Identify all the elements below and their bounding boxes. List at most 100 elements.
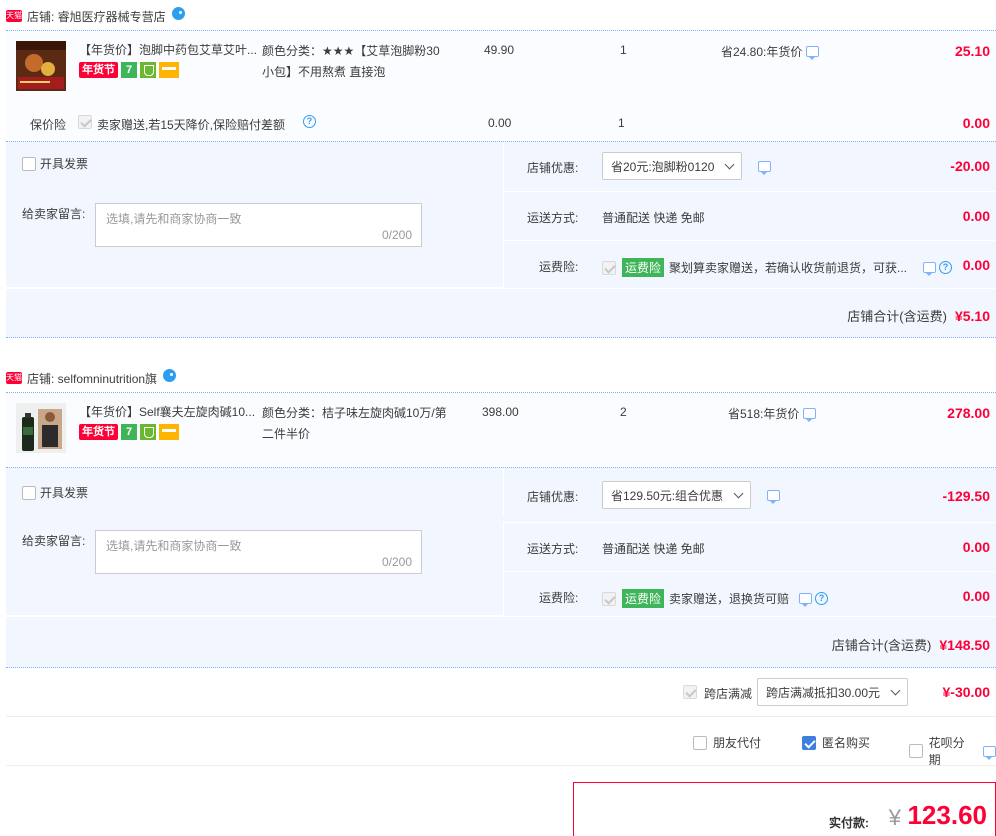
shop-header: 天猫 店铺: 睿旭医疗器械专营店	[6, 6, 185, 26]
friend-pay-option[interactable]: 朋友代付	[693, 734, 761, 751]
invoice-label: 开具发票	[40, 157, 89, 171]
shop-discount-row: 店铺优惠: 省129.50元:组合优惠 -129.50	[503, 468, 996, 516]
promo-text: 省518:年货价	[728, 407, 800, 421]
seven-day-return-icon: 7	[121, 424, 137, 440]
product-thumbnail[interactable]	[16, 403, 66, 453]
memo-textarea[interactable]: 选填,请先和商家协商一致 0/200	[95, 203, 422, 247]
freight-insurance-amount: 0.00	[962, 588, 990, 604]
promo-detail-icon[interactable]	[803, 408, 817, 422]
anonymous-checkbox[interactable]	[802, 735, 816, 750]
freight-insurance-checkbox[interactable]	[602, 591, 616, 606]
freight-insurance-row: 运费险: 运费险 卖家赠送，退换货可赔 ? 0.00	[503, 571, 996, 616]
huabei-detail-icon[interactable]	[983, 745, 996, 760]
discount-detail-icon[interactable]	[758, 160, 772, 175]
invoice-checkbox[interactable]	[22, 485, 36, 500]
freight-insurance-value: 运费险 聚划算卖家赠送，若确认收货前退货，可获... ?	[602, 258, 953, 277]
quantity: 2	[620, 405, 627, 419]
memo-char-count: 0/200	[381, 228, 412, 242]
shop-total-amount: ¥5.10	[954, 307, 990, 324]
discount-detail-icon[interactable]	[767, 489, 781, 504]
wangwang-chat-icon[interactable]	[163, 368, 177, 382]
product-title-link[interactable]: 【年货价】泡脚中药包艾草艾叶...	[79, 41, 257, 59]
chevron-down-icon	[890, 685, 901, 695]
shipping-amount: 0.00	[962, 208, 990, 224]
shop-header: 天猫 店铺: selfomninutrition旗	[6, 368, 177, 388]
shop-total: 店铺合计(含运费) ¥5.10	[847, 306, 990, 325]
promo-info: 省24.80:年货价	[721, 43, 820, 60]
shop-discount-select[interactable]: 省129.50元:组合优惠	[602, 481, 752, 509]
insurance-qty: 1	[618, 116, 625, 130]
memo-char-count: 0/200	[381, 555, 412, 569]
credit-card-icon	[159, 424, 179, 440]
shop-total: 店铺合计(含运费) ¥148.50	[832, 635, 990, 654]
chevron-down-icon	[724, 159, 735, 169]
cross-store-checkbox[interactable]	[683, 685, 697, 699]
shop-discount-label: 店铺优惠:	[527, 161, 579, 175]
invoice-option[interactable]: 开具发票	[22, 484, 88, 501]
shipping-amount: 0.00	[962, 539, 990, 555]
price-protection-row: 保价险 卖家赠送,若15天降价,保险赔付差额 ? 0.00 1 0.00	[6, 106, 996, 138]
freight-insurance-desc: 聚划算卖家赠送，若确认收货前退货，可获...	[669, 261, 908, 275]
anonymous-option[interactable]: 匿名购买	[802, 734, 870, 751]
freight-insurance-detail-icon[interactable]	[923, 262, 937, 276]
cross-store-select[interactable]: 跨店满减抵扣30.00元	[757, 678, 909, 706]
tmall-logo: 天猫	[6, 10, 22, 22]
product-sku: 颜色分类：桔子味左旋肉碱10万/第二件半价	[262, 406, 447, 441]
price-protection-desc: 卖家赠送,若15天降价,保险赔付差额	[97, 118, 286, 132]
shop-name-link[interactable]: 店铺: 睿旭医疗器械专营店	[27, 8, 166, 25]
memo-placeholder: 选填,请先和商家协商一致	[106, 539, 242, 553]
help-icon[interactable]: ?	[939, 261, 953, 274]
shop-discount-amount: -129.50	[942, 488, 990, 504]
shipping-row: 运送方式: 普通配送 快递 免邮 0.00	[503, 522, 996, 570]
quantity: 1	[620, 43, 627, 57]
shop-total-row: 店铺合计(含运费) ¥5.10	[6, 288, 996, 338]
product-badges: 年货节 7	[79, 424, 179, 440]
memo-label: 给卖家留言:	[22, 207, 86, 221]
item-subtotal: 278.00	[947, 405, 990, 421]
anonymous-label: 匿名购买	[822, 736, 871, 750]
huabei-checkbox[interactable]	[909, 744, 923, 758]
cross-store-label: 跨店满减	[704, 687, 753, 701]
festival-badge: 年货节	[79, 62, 118, 78]
shop-total-label: 店铺合计(含运费)	[847, 309, 947, 324]
friend-pay-checkbox[interactable]	[693, 735, 707, 750]
price-protection-checkbox[interactable]	[78, 115, 92, 129]
shop-name-link[interactable]: 店铺: selfomninutrition旗	[27, 370, 157, 387]
order-item-row: 【年货价】泡脚中药包艾草艾叶... 年货节 7 颜色分类：★★★【艾草泡脚粉30…	[6, 30, 996, 106]
wangwang-chat-icon[interactable]	[171, 6, 185, 20]
huabei-label: 花呗分期	[928, 736, 965, 767]
freight-insurance-desc: 卖家赠送，退换货可赔	[669, 592, 790, 606]
freight-insurance-tag: 运费险	[622, 258, 665, 277]
help-icon[interactable]: ?	[815, 592, 829, 605]
shop-order-options: 开具发票 给卖家留言: 选填,请先和商家协商一致 0/200 店铺优惠: 省20…	[6, 141, 996, 288]
insurance-subtotal: 0.00	[962, 115, 990, 131]
shop-order-options: 开具发票 给卖家留言: 选填,请先和商家协商一致 0/200 店铺优惠: 省12…	[6, 467, 996, 616]
promo-detail-icon[interactable]	[806, 46, 820, 60]
product-thumbnail[interactable]	[16, 41, 66, 91]
product-title-link[interactable]: 【年货价】Self襄夫左旋肉碱10...	[79, 403, 257, 421]
shop-total-row: 店铺合计(含运费) ¥148.50	[6, 616, 996, 668]
promo-info: 省518:年货价	[728, 405, 817, 422]
freight-insurance-label: 运费险:	[539, 591, 579, 605]
friend-pay-label: 朋友代付	[713, 736, 762, 750]
insurance-price: 0.00	[488, 116, 512, 130]
invoice-label: 开具发票	[40, 486, 89, 500]
freight-insurance-amount: 0.00	[962, 257, 990, 273]
freight-insurance-checkbox[interactable]	[602, 260, 616, 275]
memo-textarea[interactable]: 选填,请先和商家协商一致 0/200	[95, 530, 422, 574]
shop-total-label: 店铺合计(含运费)	[831, 638, 932, 653]
credit-card-icon	[159, 62, 179, 78]
shipping-value: 普通配送 快递 免邮	[602, 211, 705, 225]
help-icon[interactable]: ?	[303, 115, 316, 128]
shop-discount-select[interactable]: 省20元:泡脚粉0120	[602, 152, 743, 180]
cross-store-select-text: 跨店满减抵扣30.00元	[766, 685, 881, 700]
guarantee-shield-icon	[140, 62, 156, 78]
invoice-option[interactable]: 开具发票	[22, 155, 88, 172]
huabei-option[interactable]: 花呗分期	[909, 734, 996, 768]
shop-discount-label: 店铺优惠:	[527, 490, 579, 504]
shop-discount-row: 店铺优惠: 省20元:泡脚粉0120 -20.00	[503, 142, 996, 190]
invoice-checkbox[interactable]	[22, 156, 36, 171]
festival-badge: 年货节	[79, 424, 118, 440]
memo-label: 给卖家留言:	[22, 534, 86, 548]
freight-insurance-detail-icon[interactable]	[799, 593, 813, 607]
